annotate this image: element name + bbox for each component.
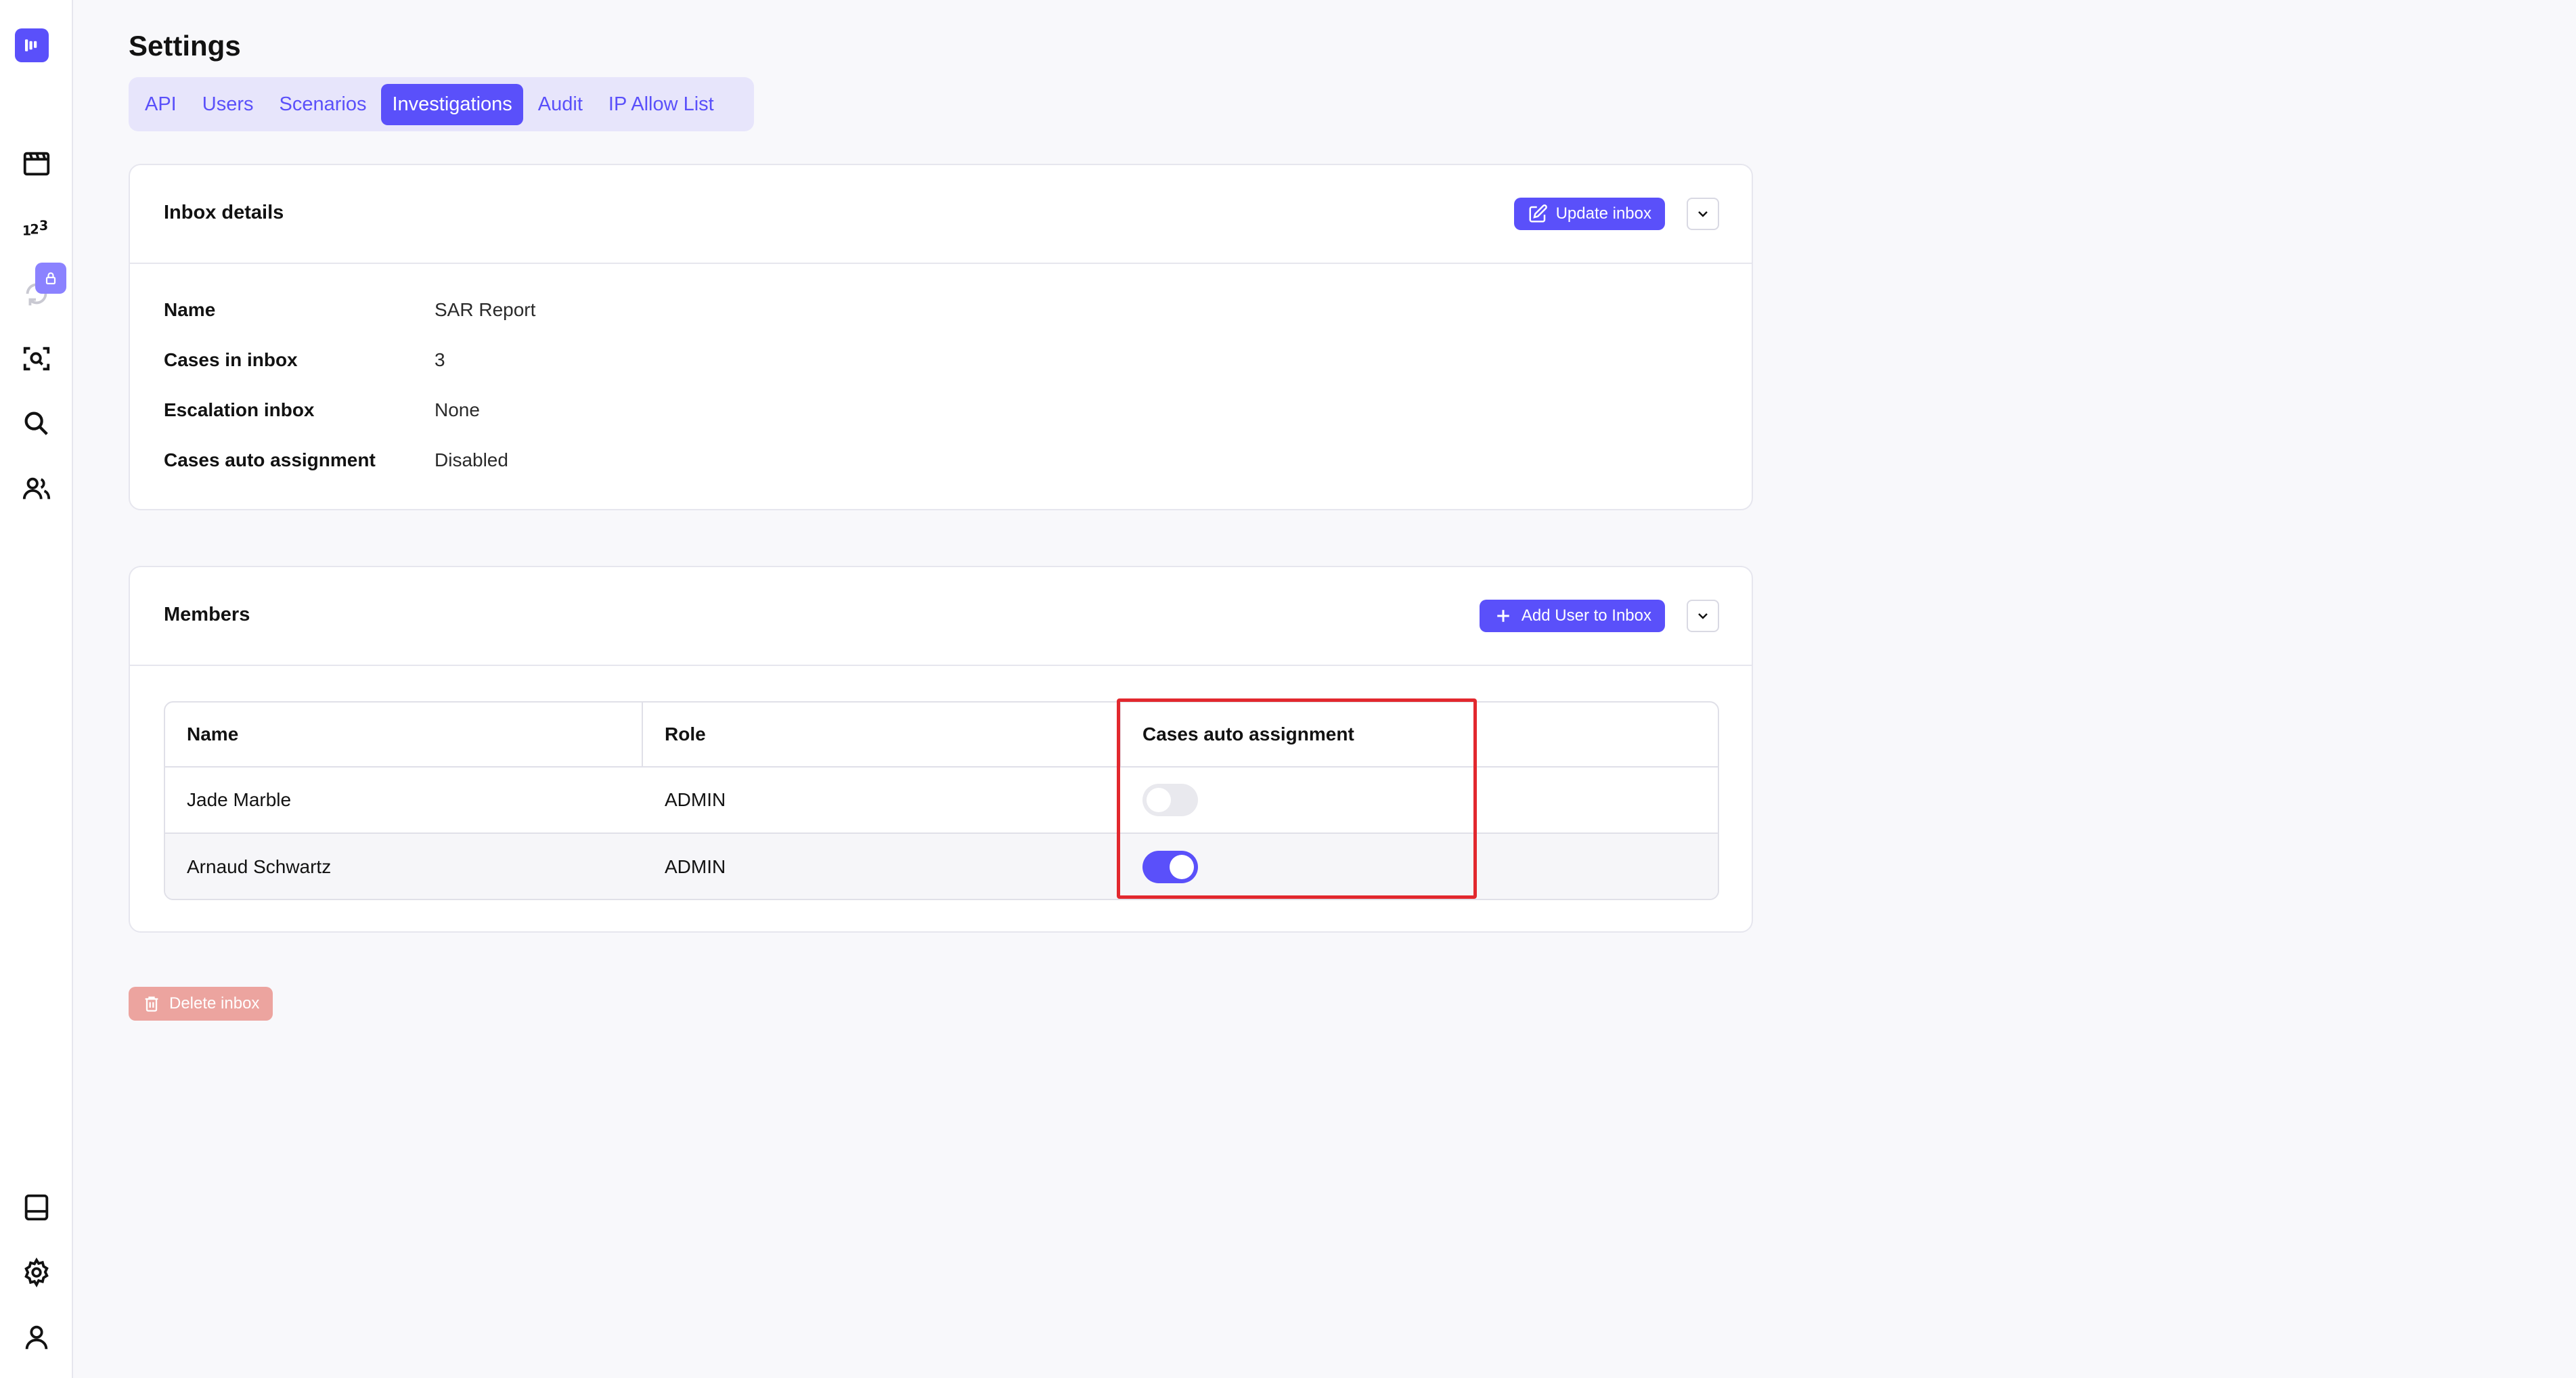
update-inbox-label: Update inbox [1555,204,1651,223]
table-header-row: Name Role Cases auto assignment [165,703,1718,768]
member-name: Arnaud Schwartz [187,856,332,877]
logo-icon[interactable] [15,28,49,62]
film-icon[interactable] [18,145,55,183]
update-inbox-button[interactable]: Update inbox [1513,198,1665,230]
svg-text:2: 2 [30,222,39,238]
toggle-knob [1147,788,1171,812]
members-table: Name Role Cases auto assignment Jade Mar… [164,701,1719,900]
detail-value: Disabled [435,449,508,470]
column-header-name[interactable]: Name [165,703,643,766]
detail-label: Cases in inbox [164,349,298,370]
auto-assignment-toggle[interactable] [1142,784,1198,816]
members-header: Members Add User to Inbox [130,567,1752,666]
tab-users[interactable]: Users [192,84,265,125]
tab-ip-allow-list[interactable]: IP Allow List [598,84,725,125]
member-name: Jade Marble [187,789,292,810]
plus-icon [1497,610,1509,622]
detail-label: Name [164,299,216,320]
scan-icon[interactable] [18,340,55,378]
table-row: Jade Marble ADMIN [165,768,1718,834]
page-title: Settings [129,30,241,62]
users-icon[interactable] [18,470,55,508]
detail-label: Cases auto assignment [164,449,376,470]
gear-icon[interactable] [18,1253,55,1291]
tab-audit[interactable]: Audit [527,84,594,125]
tab-scenarios[interactable]: Scenarios [268,84,377,125]
add-user-label: Add User to Inbox [1521,606,1651,625]
inbox-details-card: Inbox details Update inbox Name SAR Repo… [129,164,1753,510]
inbox-details-collapse-button[interactable] [1687,198,1719,230]
chevron-down-icon [1698,613,1708,619]
auto-assignment-cell [1121,768,1718,832]
tab-investigations[interactable]: Investigations [381,83,523,125]
inbox-details-title: Inbox details [164,202,284,223]
detail-label: Escalation inbox [164,399,315,420]
member-role: ADMIN [665,789,726,810]
inbox-details-header: Inbox details Update inbox [130,165,1752,264]
search-icon[interactable] [18,405,55,443]
sidebar: 1 2 3 [0,0,73,1378]
members-title: Members [164,604,250,625]
detail-value: None [435,399,480,420]
table-row: Arnaud Schwartz ADMIN [165,834,1718,899]
delete-inbox-label: Delete inbox [169,994,260,1013]
delete-inbox-button[interactable]: Delete inbox [129,987,273,1021]
members-card: Members Add User to Inbox Name Role Case… [129,566,1753,933]
column-header-role[interactable]: Role [643,703,1121,766]
settings-tabs: API Users Scenarios Investigations Audit… [129,77,754,131]
add-user-button[interactable]: Add User to Inbox [1479,600,1665,632]
detail-value: SAR Report [435,299,536,320]
panel-icon[interactable] [18,1188,55,1226]
chevron-down-icon [1698,211,1708,217]
auto-assignment-toggle[interactable] [1142,851,1198,883]
column-header-auto-assignment[interactable]: Cases auto assignment [1121,703,1718,766]
user-icon[interactable] [18,1318,55,1356]
members-collapse-button[interactable] [1687,600,1719,632]
auto-assignment-cell [1121,834,1718,899]
trash-icon [145,996,158,1012]
tab-api[interactable]: API [134,84,187,125]
toggle-knob [1170,855,1194,879]
svg-text:3: 3 [39,218,48,234]
edit-icon [1529,204,1547,223]
lock-icon [35,263,66,294]
member-role: ADMIN [665,856,726,877]
detail-value: 3 [435,349,445,370]
numbers-icon[interactable]: 1 2 3 [18,210,55,248]
